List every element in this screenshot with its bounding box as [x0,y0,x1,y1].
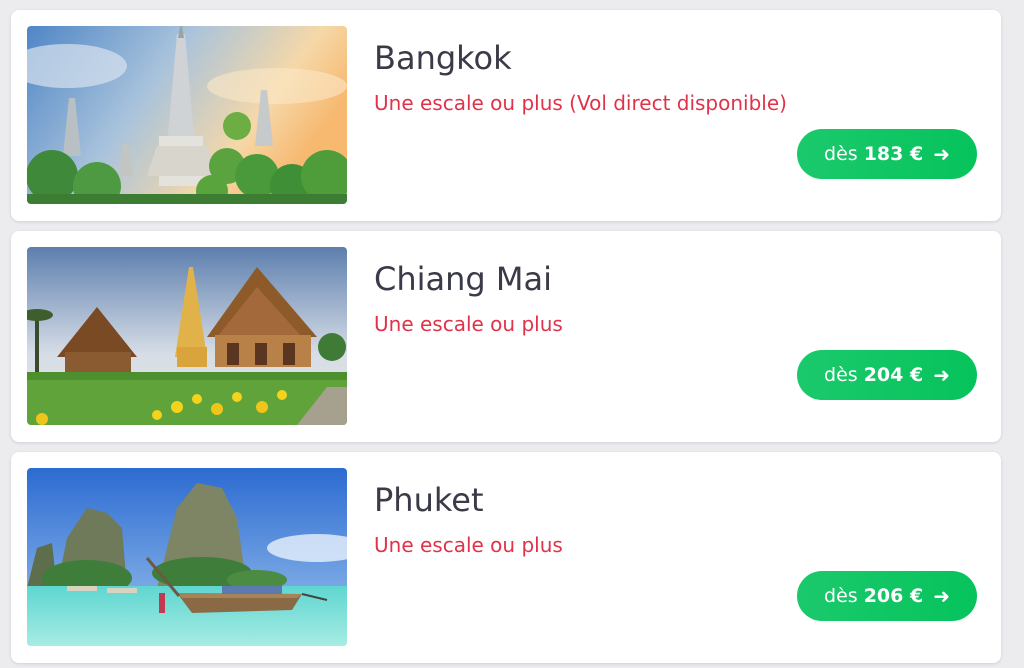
price-value: 183 € [863,143,924,165]
price-value: 204 € [863,364,924,386]
arrow-right-icon: ➜ [933,363,950,387]
stops-info: Une escale ou plus [374,312,563,336]
city-name: Chiang Mai [374,260,552,298]
price-prefix: dès [824,364,858,386]
stops-info: Une escale ou plus [374,533,563,557]
destination-card-chiang-mai[interactable]: Chiang Mai Une escale ou plus dès 204 € … [11,231,1001,442]
price-button[interactable]: dès 183 € ➜ [797,129,977,179]
destination-list: Bangkok Une escale ou plus (Vol direct d… [0,0,1024,668]
temple-chiang-mai-photo[interactable] [27,247,347,425]
phuket-beach-boat-photo[interactable] [27,468,347,646]
destination-card-bangkok[interactable]: Bangkok Une escale ou plus (Vol direct d… [11,10,1001,221]
temple-wat-arun-photo[interactable] [27,26,347,204]
price-prefix: dès [824,143,858,165]
stops-info: Une escale ou plus (Vol direct disponibl… [374,91,787,115]
price-button[interactable]: dès 204 € ➜ [797,350,977,400]
price-prefix: dès [824,585,858,607]
arrow-right-icon: ➜ [933,142,950,166]
price-button[interactable]: dès 206 € ➜ [797,571,977,621]
price-value: 206 € [863,585,924,607]
arrow-right-icon: ➜ [933,584,950,608]
city-name: Phuket [374,481,484,519]
city-name: Bangkok [374,39,512,77]
destination-card-phuket[interactable]: Phuket Une escale ou plus dès 206 € ➜ [11,452,1001,663]
